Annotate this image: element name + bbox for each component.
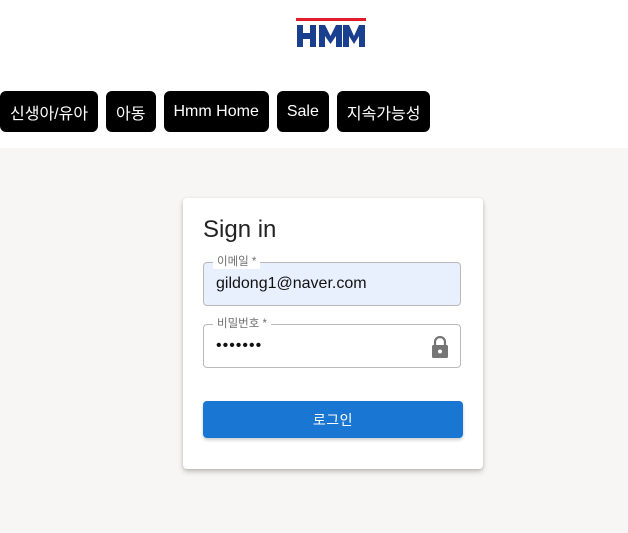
email-field: 이메일 * bbox=[203, 255, 461, 306]
email-input[interactable] bbox=[216, 263, 426, 305]
signin-card: Sign in 이메일 * 비밀번호 * 로그인 bbox=[183, 198, 483, 469]
nav-item-sustainability[interactable]: 지속가능성 bbox=[336, 91, 431, 132]
password-field: 비밀번호 * bbox=[203, 317, 461, 368]
nav-item-home[interactable]: Hmm Home bbox=[163, 91, 269, 132]
page: 신생아/유아 아동 Hmm Home Sale 지속가능성 Sign in 이메… bbox=[0, 0, 628, 533]
hmm-logo[interactable] bbox=[296, 17, 366, 49]
nav-item-sale[interactable]: Sale bbox=[276, 91, 329, 132]
site-header: 신생아/유아 아동 Hmm Home Sale 지속가능성 bbox=[0, 0, 628, 148]
main-content: Sign in 이메일 * 비밀번호 * 로그인 bbox=[0, 148, 628, 533]
password-input[interactable] bbox=[216, 325, 426, 367]
nav-item-newborn[interactable]: 신생아/유아 bbox=[0, 91, 99, 132]
lock-icon[interactable] bbox=[431, 336, 449, 358]
login-button[interactable]: 로그인 bbox=[203, 401, 463, 438]
signin-title: Sign in bbox=[203, 216, 277, 243]
nav-item-kids[interactable]: 아동 bbox=[106, 91, 156, 132]
main-nav: 신생아/유아 아동 Hmm Home Sale 지속가능성 bbox=[0, 91, 431, 132]
